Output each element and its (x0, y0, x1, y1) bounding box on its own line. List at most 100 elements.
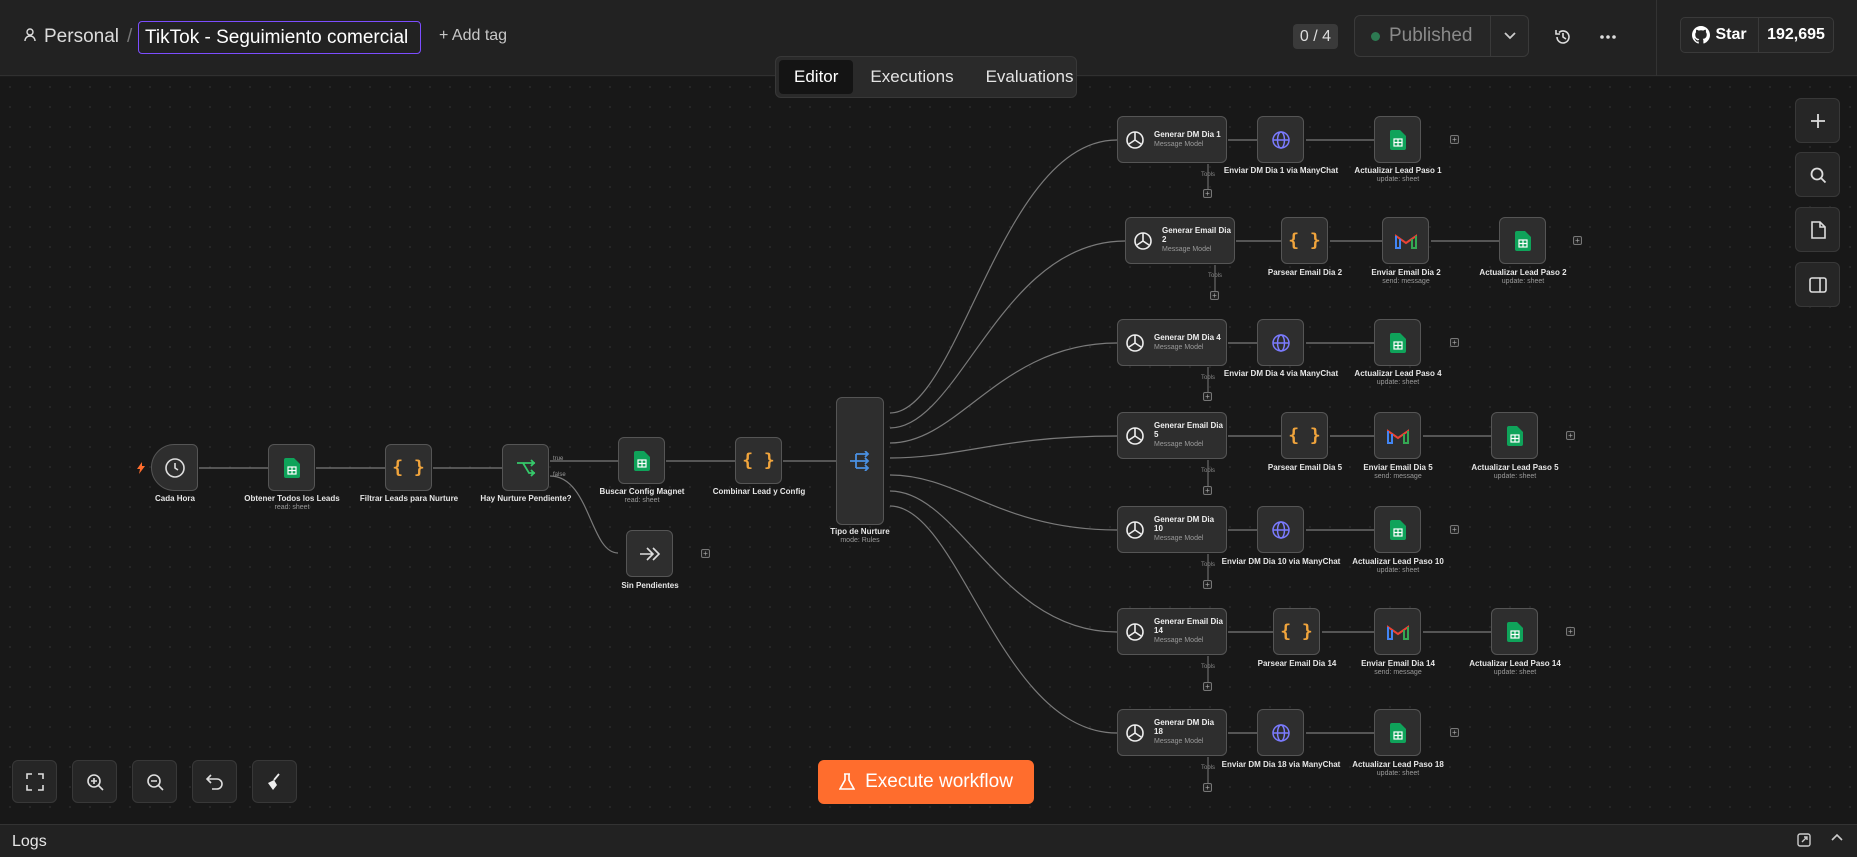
node-enviar-dm-dia-4[interactable] (1257, 319, 1304, 366)
node-enviar-dm-dia-18[interactable] (1257, 709, 1304, 756)
node-generar-dm-dia-4[interactable]: Generar DM Dia 4 Message Model (1117, 319, 1227, 366)
node-obtener-leads[interactable] (268, 444, 315, 491)
tab-evaluations[interactable]: Evaluations (971, 60, 1089, 94)
node-generar-email-dia-2[interactable]: Generar Email Dia 2 Message Model (1125, 217, 1235, 264)
openai-icon (1126, 622, 1144, 641)
add-tool-plus[interactable]: + (1203, 486, 1212, 495)
tools-label: Tools (1201, 562, 1216, 568)
node-generar-dm-dia-1[interactable]: Generar DM Dia 1 Message Model (1117, 116, 1227, 163)
add-tool-plus[interactable]: + (1210, 291, 1219, 300)
add-tool-plus[interactable]: + (1203, 392, 1212, 401)
node-label: Generar DM Dia 10 Message Model (1154, 515, 1215, 542)
sheets-icon (1389, 129, 1406, 150)
logs-panel-bar[interactable]: Logs (0, 824, 1857, 857)
zoom-out-button[interactable] (132, 760, 177, 803)
node-label: Generar Email Dia 14 Message Model (1154, 617, 1223, 644)
add-node-plus[interactable]: + (1573, 236, 1582, 245)
node-label: Enviar Email Dia 14 send: message (1361, 659, 1435, 677)
chevron-up-icon[interactable] (1831, 833, 1843, 841)
code-braces-icon: { } (392, 457, 425, 478)
view-tabs: Editor Executions Evaluations (775, 56, 1077, 98)
http-globe-icon (1271, 130, 1290, 149)
add-tool-plus[interactable]: + (1203, 682, 1212, 691)
tab-editor[interactable]: Editor (779, 60, 854, 94)
if-branch-icon (516, 458, 535, 477)
node-buscar-config[interactable] (618, 437, 665, 484)
code-braces-icon: { } (1288, 230, 1321, 251)
node-enviar-email-dia-2[interactable] (1382, 217, 1429, 264)
sheets-icon (283, 457, 300, 478)
trigger-bolt-icon (137, 461, 145, 479)
pop-out-icon[interactable] (1797, 833, 1811, 847)
node-label: Cada Hora (154, 494, 195, 503)
openai-icon (1134, 231, 1152, 250)
gmail-icon (1386, 624, 1409, 640)
flask-icon (839, 773, 856, 790)
side-panel-icon (1808, 276, 1827, 293)
add-node-plus[interactable]: + (1566, 431, 1575, 440)
add-node-plus[interactable]: + (701, 549, 710, 558)
clock-icon (164, 457, 185, 478)
add-node-plus[interactable]: + (1450, 338, 1459, 347)
execute-workflow-button[interactable]: Execute workflow (818, 760, 1034, 804)
node-parsear-email-dia-14[interactable]: { } (1273, 608, 1320, 655)
node-actualizar-lead-paso-2[interactable] (1499, 217, 1546, 264)
node-actualizar-lead-paso-1[interactable] (1374, 116, 1421, 163)
execute-workflow-label: Execute workflow (865, 771, 1013, 792)
zoom-in-button[interactable] (72, 760, 117, 803)
add-tool-plus[interactable]: + (1203, 189, 1212, 198)
add-node-plus[interactable]: + (1450, 525, 1459, 534)
node-enviar-email-dia-14[interactable] (1374, 608, 1421, 655)
sticky-note-icon (1810, 220, 1826, 239)
node-parsear-email-dia-2[interactable]: { } (1281, 217, 1328, 264)
node-generar-email-dia-14[interactable]: Generar Email Dia 14 Message Model (1117, 608, 1227, 655)
node-cada-hora[interactable] (151, 444, 198, 491)
node-enviar-email-dia-5[interactable] (1374, 412, 1421, 459)
logs-label: Logs (12, 833, 47, 850)
undo-icon (205, 773, 223, 790)
node-label: Enviar DM Dia 1 via ManyChat (1223, 166, 1339, 175)
node-generar-dm-dia-18[interactable]: Generar DM Dia 18 Message Model (1117, 709, 1227, 756)
node-sin-pendientes[interactable] (626, 530, 673, 577)
openai-icon (1126, 723, 1144, 742)
node-label: Enviar Email Dia 5 send: message (1363, 463, 1433, 481)
tools-label: Tools (1201, 765, 1216, 771)
zoom-in-icon (86, 773, 104, 791)
node-actualizar-lead-paso-18[interactable] (1374, 709, 1421, 756)
node-actualizar-lead-paso-14[interactable] (1491, 608, 1538, 655)
node-parsear-email-dia-5[interactable]: { } (1281, 412, 1328, 459)
node-combinar[interactable]: { } (735, 437, 782, 484)
sheets-icon (1506, 621, 1523, 642)
sheets-icon (1514, 230, 1531, 251)
node-filtrar-leads[interactable]: { } (385, 444, 432, 491)
node-actualizar-lead-paso-5[interactable] (1491, 412, 1538, 459)
add-node-plus[interactable]: + (1450, 135, 1459, 144)
node-label: Hay Nurture Pendiente? (480, 494, 572, 503)
node-label: Actualizar Lead Paso 5 update: sheet (1471, 463, 1559, 481)
add-node-button[interactable] (1795, 98, 1840, 143)
add-tool-plus[interactable]: + (1203, 783, 1212, 792)
sticky-note-button[interactable] (1795, 207, 1840, 252)
node-generar-dm-dia-10[interactable]: Generar DM Dia 10 Message Model (1117, 506, 1227, 553)
tidy-up-button[interactable] (252, 760, 297, 803)
fit-view-button[interactable] (12, 760, 57, 803)
node-enviar-dm-dia-1[interactable] (1257, 116, 1304, 163)
add-tool-plus[interactable]: + (1203, 580, 1212, 589)
node-hay-nurture[interactable] (502, 444, 549, 491)
node-label: Enviar DM Dia 4 via ManyChat (1223, 369, 1339, 378)
add-node-plus[interactable]: + (1450, 728, 1459, 737)
node-tipo-nurture[interactable] (836, 397, 884, 525)
node-actualizar-lead-paso-4[interactable] (1374, 319, 1421, 366)
search-nodes-button[interactable] (1795, 152, 1840, 197)
code-braces-icon: { } (1288, 425, 1321, 446)
tab-executions[interactable]: Executions (855, 60, 968, 94)
node-enviar-dm-dia-10[interactable] (1257, 506, 1304, 553)
node-generar-email-dia-5[interactable]: Generar Email Dia 5 Message Model (1117, 412, 1227, 459)
toggle-panel-button[interactable] (1795, 262, 1840, 307)
add-node-plus[interactable]: + (1566, 627, 1575, 636)
gmail-icon (1386, 428, 1409, 444)
node-actualizar-lead-paso-10[interactable] (1374, 506, 1421, 553)
sheets-icon (1389, 519, 1406, 540)
switch-icon (850, 451, 870, 471)
undo-button[interactable] (192, 760, 237, 803)
